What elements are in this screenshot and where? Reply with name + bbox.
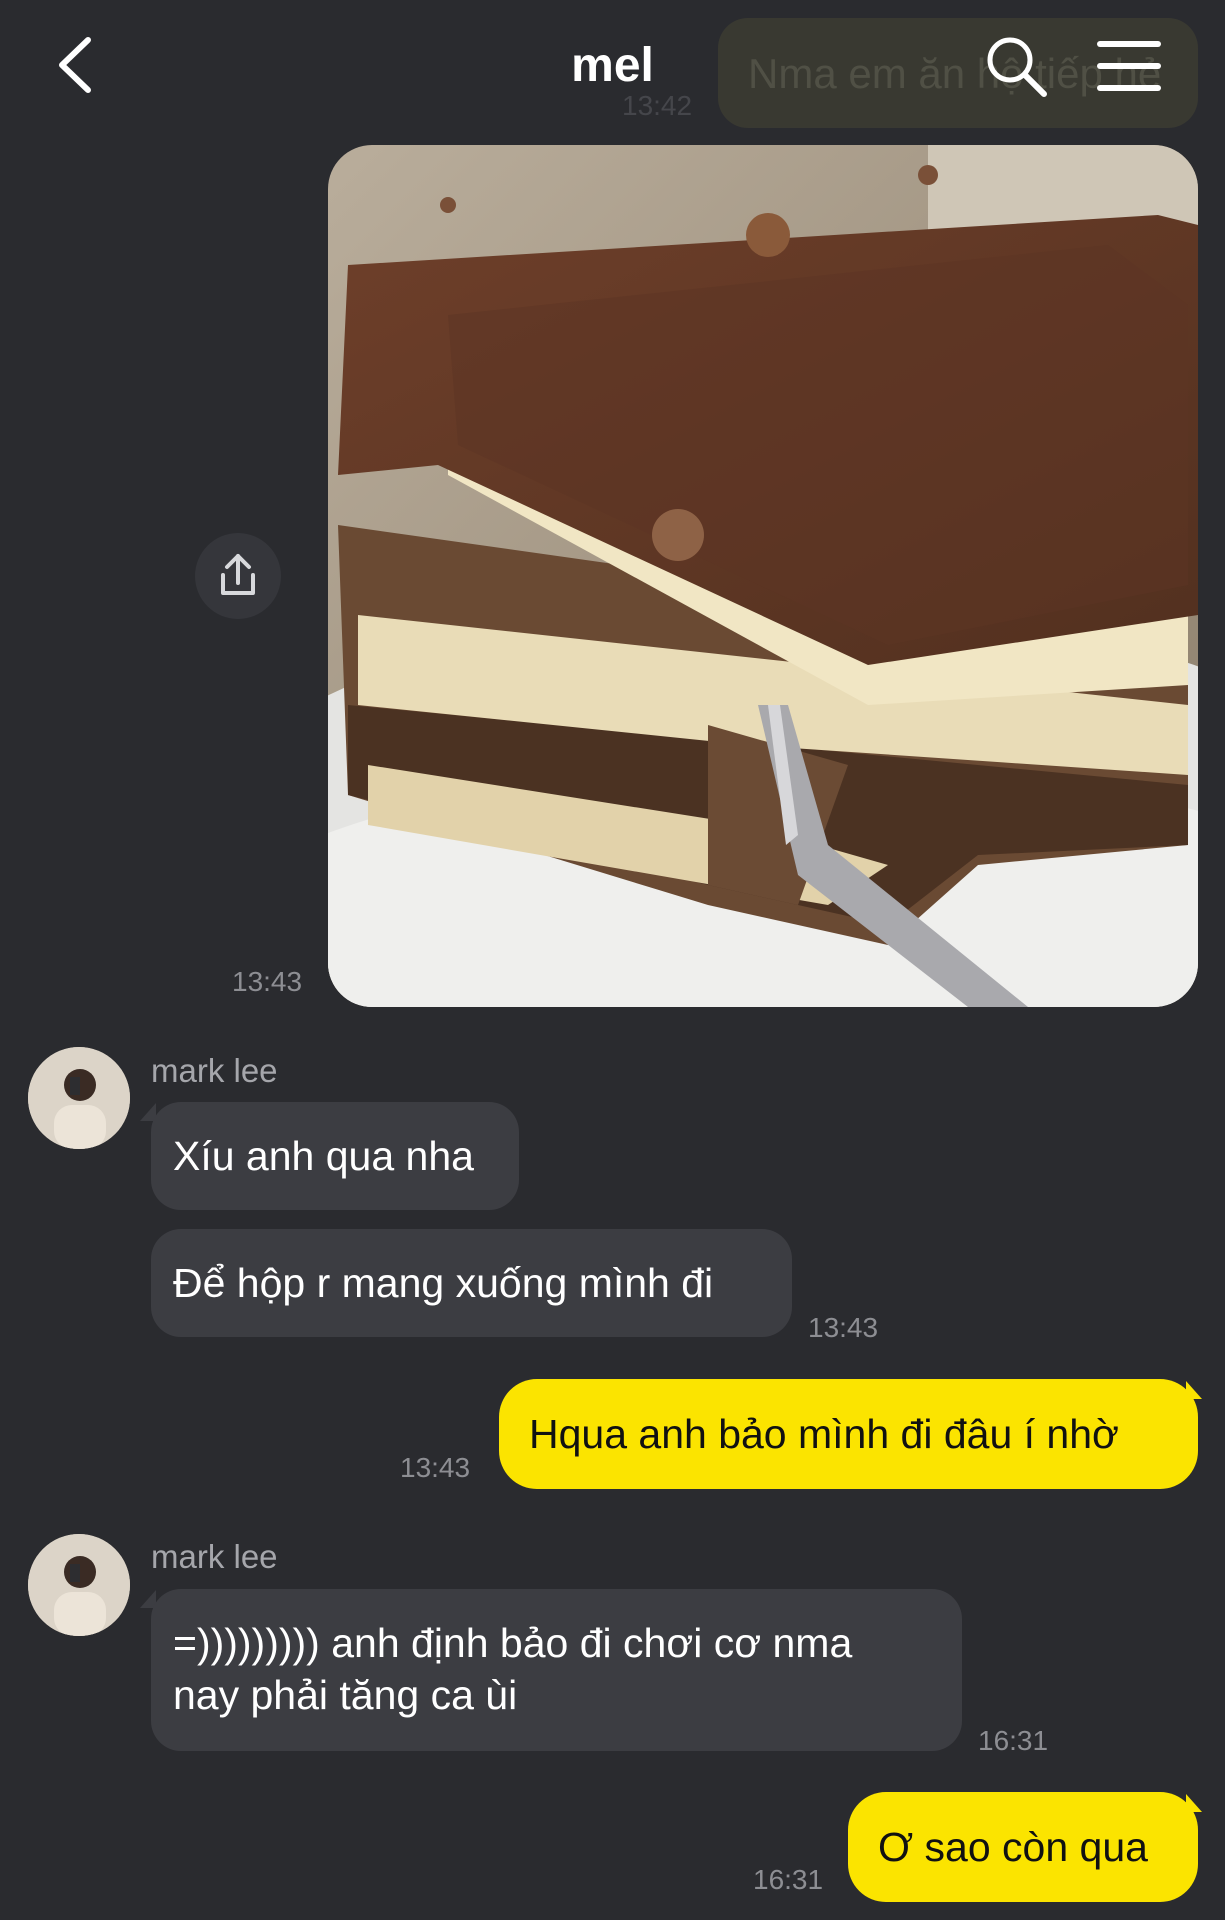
message-bubble[interactable]: Hqua anh bảo mình đi đâu í nhờ	[499, 1379, 1198, 1489]
avatar[interactable]	[28, 1047, 130, 1149]
bubble-tail	[1186, 1381, 1202, 1399]
message-line: =))))))))) anh định bảo đi chơi cơ nma	[173, 1620, 853, 1666]
message-time: 13:43	[400, 1452, 471, 1483]
message-line: nay phải tăng ca ùi	[173, 1672, 518, 1718]
share-button[interactable]	[195, 533, 281, 619]
menu-icon	[1097, 41, 1161, 91]
search-icon	[987, 37, 1047, 97]
photo-message[interactable]	[328, 145, 1198, 1007]
avatar-image	[28, 1534, 130, 1636]
sender-name: mark lee	[151, 1052, 278, 1089]
tiramisu-photo	[328, 145, 1198, 1007]
menu-button[interactable]	[1096, 36, 1162, 96]
message-time: 13:43	[232, 966, 303, 997]
search-button[interactable]	[980, 30, 1052, 102]
share-icon	[221, 554, 255, 595]
message-bubble[interactable]: Xíu anh qua nha	[151, 1102, 519, 1210]
message-time: 13:43	[808, 1312, 879, 1343]
bubble-tail	[1186, 1794, 1202, 1812]
avatar-image	[28, 1047, 130, 1149]
message-bubble[interactable]: =))))))))) anh định bảo đi chơi cơ nma n…	[151, 1589, 962, 1751]
sender-name: mark lee	[151, 1538, 278, 1575]
message-time: 16:31	[978, 1725, 1049, 1756]
avatar[interactable]	[28, 1534, 130, 1636]
scrolled-message-time: 13:42	[622, 90, 693, 121]
chat-header: Nma em ăn hộ tiếp hẻ 13:42 mel	[0, 0, 1225, 130]
message-time: 16:31	[753, 1864, 824, 1895]
message-bubble[interactable]: Để hộp r mang xuống mình đi	[151, 1229, 792, 1337]
message-bubble[interactable]: Ơ sao còn qua	[848, 1792, 1198, 1902]
